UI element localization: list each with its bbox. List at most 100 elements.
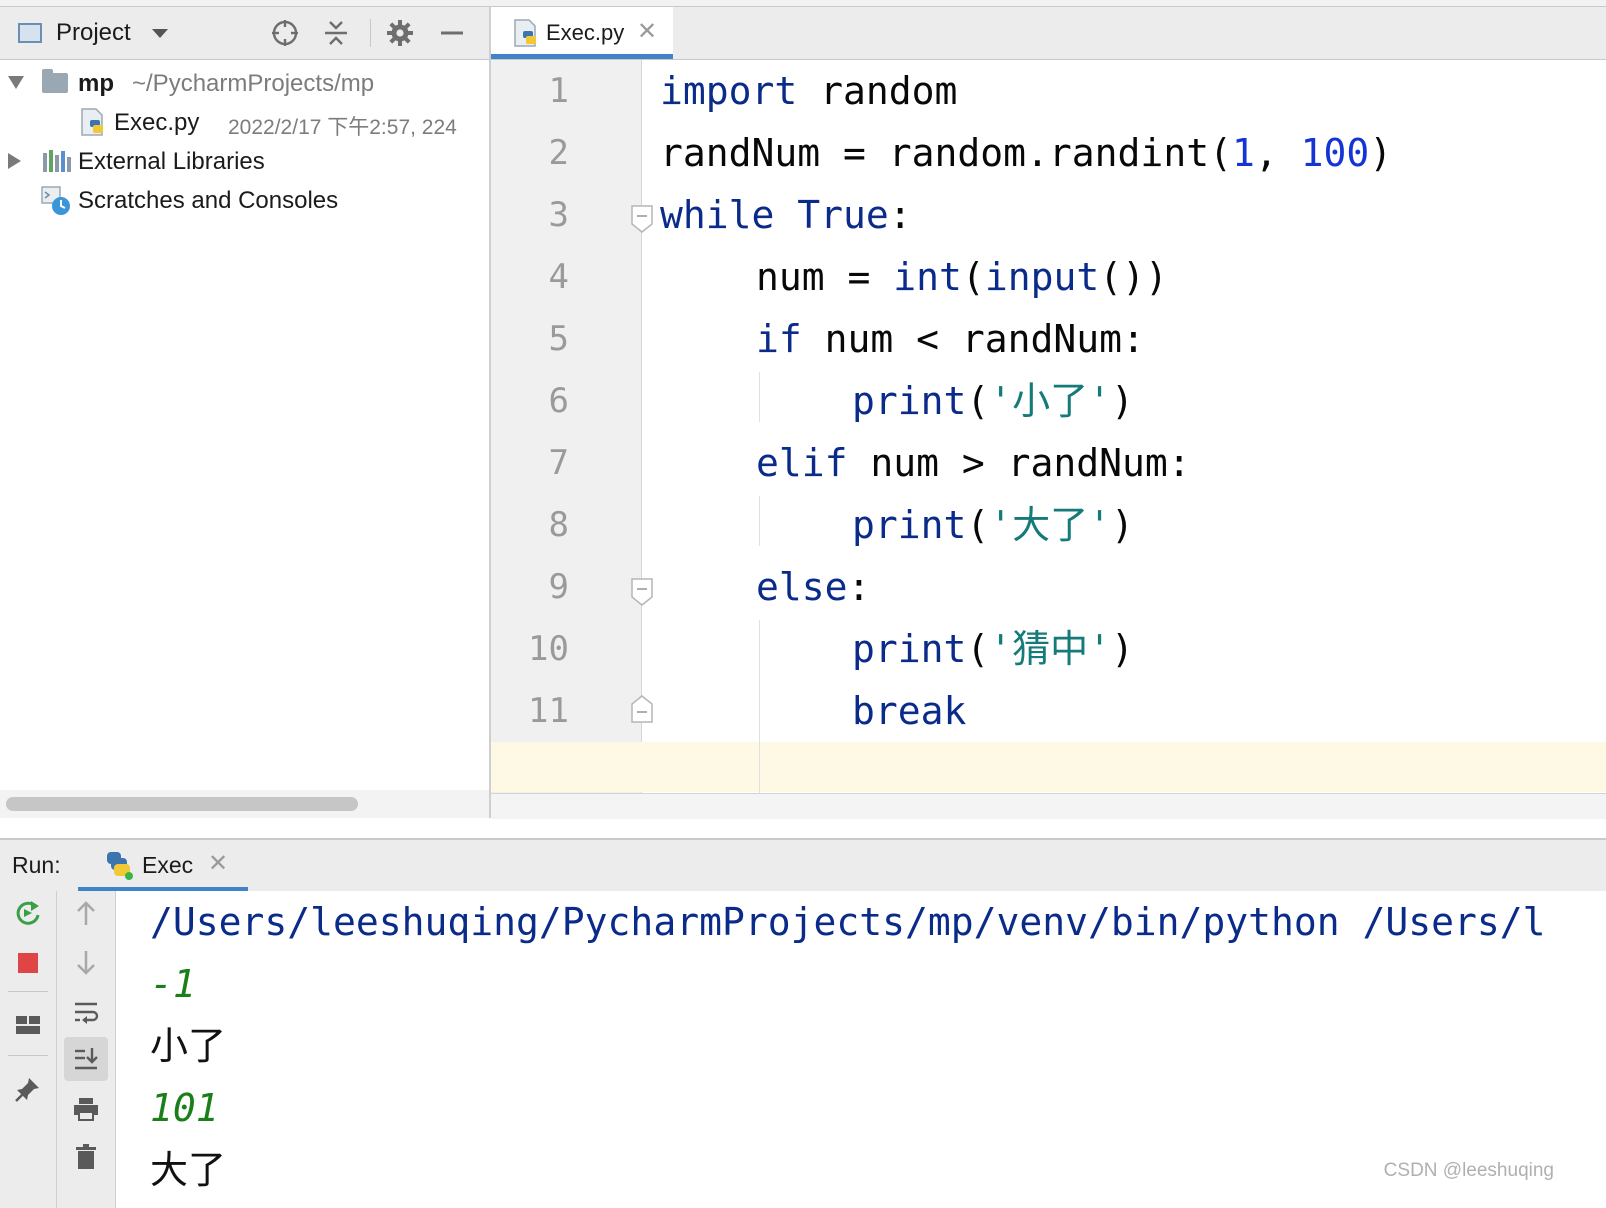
keyword: import (660, 69, 798, 113)
tree-item-exec-py[interactable]: Exec.py 2022/2/17 下午2:57, 224 (0, 103, 489, 141)
line-number: 3 (548, 195, 569, 235)
code-line-4[interactable]: num = int(input()) (756, 246, 1168, 308)
python-file-icon (513, 19, 539, 47)
code-line-6[interactable]: print('小了') (852, 370, 1134, 432)
number-literal: 1 (1231, 131, 1255, 175)
console-line-command: /Users/leeshuqing/PycharmProjects/mp/ven… (150, 900, 1546, 944)
editor-horizontal-scroll-area[interactable] (491, 793, 1606, 819)
run-panel-header: Run: Exec ✕ (0, 838, 1606, 893)
chevron-down-icon[interactable] (152, 29, 168, 38)
builtin: print (852, 627, 967, 671)
console-line-output: 大了 (150, 1148, 227, 1192)
scratches-icon (40, 185, 72, 217)
project-view-selector[interactable]: Project (56, 19, 131, 47)
editor-gutter[interactable]: 1 2 3 4 5 6 7 8 9 10 11 12 (491, 60, 641, 793)
toolbar-separator (8, 1055, 48, 1056)
code-text: ()) (1099, 255, 1168, 299)
keyword: elif (756, 441, 848, 485)
keyword: if (756, 317, 802, 361)
console-line-user-input: -1 (150, 962, 196, 1006)
close-icon[interactable]: ✕ (208, 849, 228, 878)
code-line-9[interactable]: else: (756, 556, 870, 618)
close-icon[interactable]: ✕ (637, 17, 657, 46)
line-number: 10 (528, 629, 569, 669)
code-text: ( (966, 627, 990, 671)
collapse-all-icon[interactable] (320, 17, 352, 49)
project-view-icon (18, 23, 42, 43)
editor-tab-exec-py[interactable]: Exec.py ✕ (491, 7, 673, 59)
fold-marker-icon[interactable] (630, 577, 654, 606)
soft-wrap-icon[interactable] (64, 991, 108, 1035)
run-tab-label: Exec (142, 852, 194, 878)
tree-item-file-info: 2022/2/17 下午2:57, 224 (228, 116, 457, 139)
scrollbar-thumb[interactable] (6, 797, 358, 811)
fold-marker-icon[interactable] (630, 204, 654, 233)
editor-tab-label: Exec.py (546, 20, 625, 45)
keyword: else (756, 565, 848, 609)
keyword: break (852, 689, 967, 733)
locate-file-icon[interactable] (269, 17, 301, 49)
library-icon (42, 149, 71, 173)
line-number: 4 (548, 257, 569, 297)
expand-arrow-icon[interactable] (8, 153, 21, 169)
code-line-8[interactable]: print('大了') (852, 494, 1134, 556)
builtin: int (893, 255, 962, 299)
fold-end-marker-icon[interactable] (630, 694, 654, 723)
arrow-down-icon[interactable] (64, 941, 108, 985)
arrow-up-icon[interactable] (64, 891, 108, 935)
code-text: random (797, 69, 958, 113)
tree-item-mp[interactable]: mp ~/PycharmProjects/mp (0, 64, 489, 102)
code-text: ( (961, 255, 985, 299)
expand-arrow-icon[interactable] (8, 76, 24, 89)
code-text: num = (756, 255, 894, 299)
code-line-1[interactable]: import random (660, 60, 957, 122)
python-file-icon (80, 108, 106, 136)
tree-item-scratches-and-consoles[interactable]: Scratches and Consoles (0, 181, 489, 219)
indent-guide (759, 372, 760, 422)
code-line-2[interactable]: randNum = random.randint(1, 100) (660, 122, 1392, 184)
line-number: 1 (548, 71, 569, 111)
gutter-separator (641, 60, 642, 793)
trash-icon[interactable] (64, 1135, 108, 1179)
tree-item-label: Exec.py (114, 109, 200, 136)
line-number: 9 (548, 567, 569, 607)
line-number: 8 (548, 505, 569, 545)
restore-layout-icon[interactable] (6, 1003, 50, 1047)
string-literal: '小了' (989, 379, 1112, 423)
indent-guide (759, 496, 760, 546)
pin-icon[interactable] (6, 1067, 50, 1111)
builtin: print (852, 379, 967, 423)
code-line-11[interactable]: break (852, 680, 966, 742)
code-line-7[interactable]: elif num > randNum: (756, 432, 1191, 494)
run-console-output[interactable]: /Users/leeshuqing/PycharmProjects/mp/ven… (116, 891, 1606, 1208)
code-line-5[interactable]: if num < randNum: (756, 308, 1145, 370)
tree-item-path: ~/PycharmProjects/mp (132, 70, 375, 97)
project-panel-header: Project (0, 7, 489, 60)
code-text: randNum = random.randint( (660, 131, 1232, 175)
code-text: : (847, 565, 871, 609)
tree-item-label: mp (78, 70, 114, 97)
number-literal: 100 (1300, 131, 1370, 175)
hide-panel-icon[interactable] (436, 17, 468, 49)
code-line-3[interactable]: while True: (660, 184, 912, 246)
scroll-to-end-icon[interactable] (64, 1037, 108, 1081)
keyword: True (797, 193, 889, 237)
print-icon[interactable] (64, 1087, 108, 1131)
rerun-icon[interactable] (6, 891, 50, 935)
project-horizontal-scrollbar[interactable] (0, 790, 489, 818)
console-line-user-input: 101 (150, 1086, 219, 1130)
line-number: 11 (528, 691, 569, 731)
string-literal: '猜中' (989, 627, 1112, 671)
stop-icon[interactable] (6, 941, 50, 985)
tree-item-external-libraries[interactable]: External Libraries (0, 142, 489, 180)
keyword: while (660, 193, 775, 237)
code-text: ) (1111, 627, 1134, 671)
indent-guide (759, 620, 760, 793)
builtin: print (852, 503, 967, 547)
run-toolbar-secondary (57, 891, 116, 1208)
code-line-10[interactable]: print('猜中') (852, 618, 1134, 680)
window-top-strip (0, 0, 1606, 7)
gear-icon[interactable] (384, 17, 416, 49)
run-tab-exec[interactable]: Exec ✕ (78, 840, 248, 892)
